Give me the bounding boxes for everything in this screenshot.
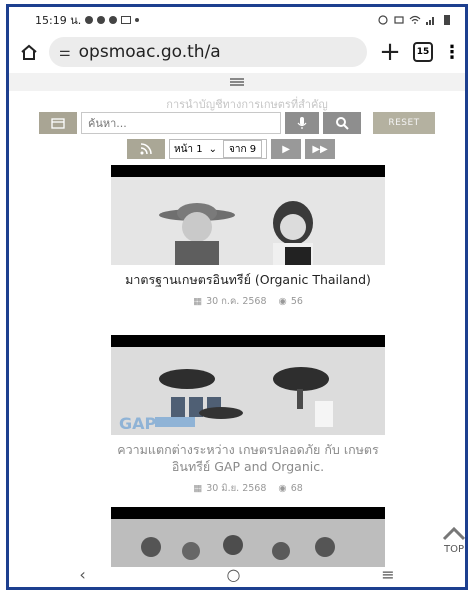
calendar-icon	[51, 118, 65, 129]
url-text: opsmoac.go.th/a	[78, 42, 221, 62]
tab-switcher-button[interactable]: 15	[413, 42, 433, 62]
reset-button[interactable]: RESET	[373, 112, 435, 134]
chevron-down-icon: ⌄	[208, 143, 217, 155]
site-menu-toggle[interactable]	[9, 73, 465, 91]
status-bar: 15:19 น.	[9, 7, 465, 33]
card-title[interactable]: มาตรฐานเกษตรอินทรีย์ (Organic Thailand)	[111, 271, 385, 288]
mute-icon	[394, 16, 404, 24]
news-card[interactable]: GAP ความแตกต่างระหว่าง เกษตรปลอดภัย กับ …	[111, 335, 385, 496]
site-settings-icon[interactable]: ⚌	[59, 45, 71, 60]
home-nav-icon[interactable]: ○	[227, 565, 241, 584]
microphone-icon	[297, 117, 307, 129]
card-date: ▦ 30 ก.ค. 2568	[193, 294, 266, 309]
eye-icon: ◉	[278, 483, 287, 494]
card-thumbnail[interactable]	[111, 507, 385, 567]
card-views: ◉ 56	[279, 296, 303, 307]
page-select[interactable]: หน้า 1 ⌄ จาก 9	[169, 139, 268, 159]
hamburger-icon	[230, 78, 244, 86]
back-nav-icon[interactable]: ‹	[79, 565, 85, 584]
thumbnail-header	[111, 165, 385, 177]
date-text: 30 ก.ค. 2568	[206, 296, 267, 307]
top-label: TOP	[443, 544, 464, 555]
news-card[interactable]	[111, 507, 385, 567]
browser-menu-button[interactable]: ⋮	[443, 42, 461, 63]
notification-icon	[109, 16, 118, 24]
home-button[interactable]	[19, 42, 39, 62]
calendar-icon: ▦	[193, 296, 203, 307]
new-tab-button[interactable]: +	[377, 39, 403, 65]
pagination-row: หน้า 1 ⌄ จาก 9 ▶ ▶▶	[127, 139, 336, 159]
views-text: 68	[290, 483, 303, 494]
date-filter-button[interactable]	[39, 112, 77, 134]
rss-button[interactable]	[127, 139, 165, 159]
battery-icon	[444, 15, 450, 25]
signal-icon	[426, 17, 434, 25]
home-icon	[21, 44, 37, 60]
card-views: ◉ 68	[278, 483, 302, 494]
last-page-button[interactable]: ▶▶	[305, 139, 336, 159]
mail-icon	[121, 16, 132, 24]
card-meta: ▦ 30 มิ.ย. 2568 ◉ 68	[111, 481, 385, 496]
next-page-button[interactable]: ▶	[271, 139, 302, 159]
rss-icon	[140, 143, 152, 155]
notification-icon	[85, 16, 94, 24]
search-input[interactable]	[81, 112, 281, 134]
search-button[interactable]	[323, 112, 361, 134]
card-date: ▦ 30 มิ.ย. 2568	[193, 481, 266, 496]
wifi-icon	[409, 15, 421, 24]
card-title[interactable]: ความแตกต่างระหว่าง เกษตรปลอดภัย กับ เกษต…	[111, 441, 385, 475]
card-thumbnail[interactable]	[111, 165, 385, 265]
chevron-up-icon	[442, 526, 465, 541]
voice-search-button[interactable]	[285, 112, 319, 134]
search-row: RESET	[39, 112, 435, 134]
calendar-icon: ▦	[193, 483, 203, 494]
thumbnail-header	[111, 507, 385, 519]
card-thumbnail[interactable]: GAP	[111, 335, 385, 435]
gap-logo-text: GAP	[119, 414, 157, 433]
search-icon	[336, 117, 349, 130]
news-card[interactable]: มาตรฐานเกษตรอินทรีย์ (Organic Thailand) …	[111, 165, 385, 309]
back-to-top-button[interactable]: TOP	[439, 526, 465, 555]
page-select-label: หน้า 1	[174, 143, 203, 155]
farmer-illustration	[111, 177, 385, 265]
thumbnail-header	[111, 335, 385, 347]
phone-screen: 15:19 น. ⚌ opsmoac.go.th/a + 15 ⋮ การนำบ…	[6, 4, 468, 590]
card-meta: ▦ 30 ก.ค. 2568 ◉ 56	[111, 294, 385, 309]
status-left: 15:19 น.	[35, 11, 140, 29]
recents-nav-icon[interactable]: ≡	[381, 565, 394, 584]
status-right	[377, 15, 453, 25]
notification-icon	[97, 16, 106, 24]
browser-toolbar: ⚌ opsmoac.go.th/a + 15 ⋮	[9, 33, 465, 71]
section-heading: การนำบัญชีทางการเกษตรที่สำคัญ	[166, 98, 328, 111]
gap-illustration: GAP	[111, 347, 385, 435]
date-text: 30 มิ.ย. 2568	[206, 483, 267, 494]
system-nav-bar: ‹ ○ ≡	[9, 561, 465, 587]
alarm-icon	[378, 15, 388, 25]
eye-icon: ◉	[278, 296, 287, 307]
dot-icon	[135, 18, 140, 22]
page-total: จาก 9	[222, 140, 263, 158]
address-bar[interactable]: ⚌ opsmoac.go.th/a	[49, 37, 367, 67]
status-time: 15:19 น.	[35, 14, 82, 27]
views-text: 56	[290, 296, 303, 307]
